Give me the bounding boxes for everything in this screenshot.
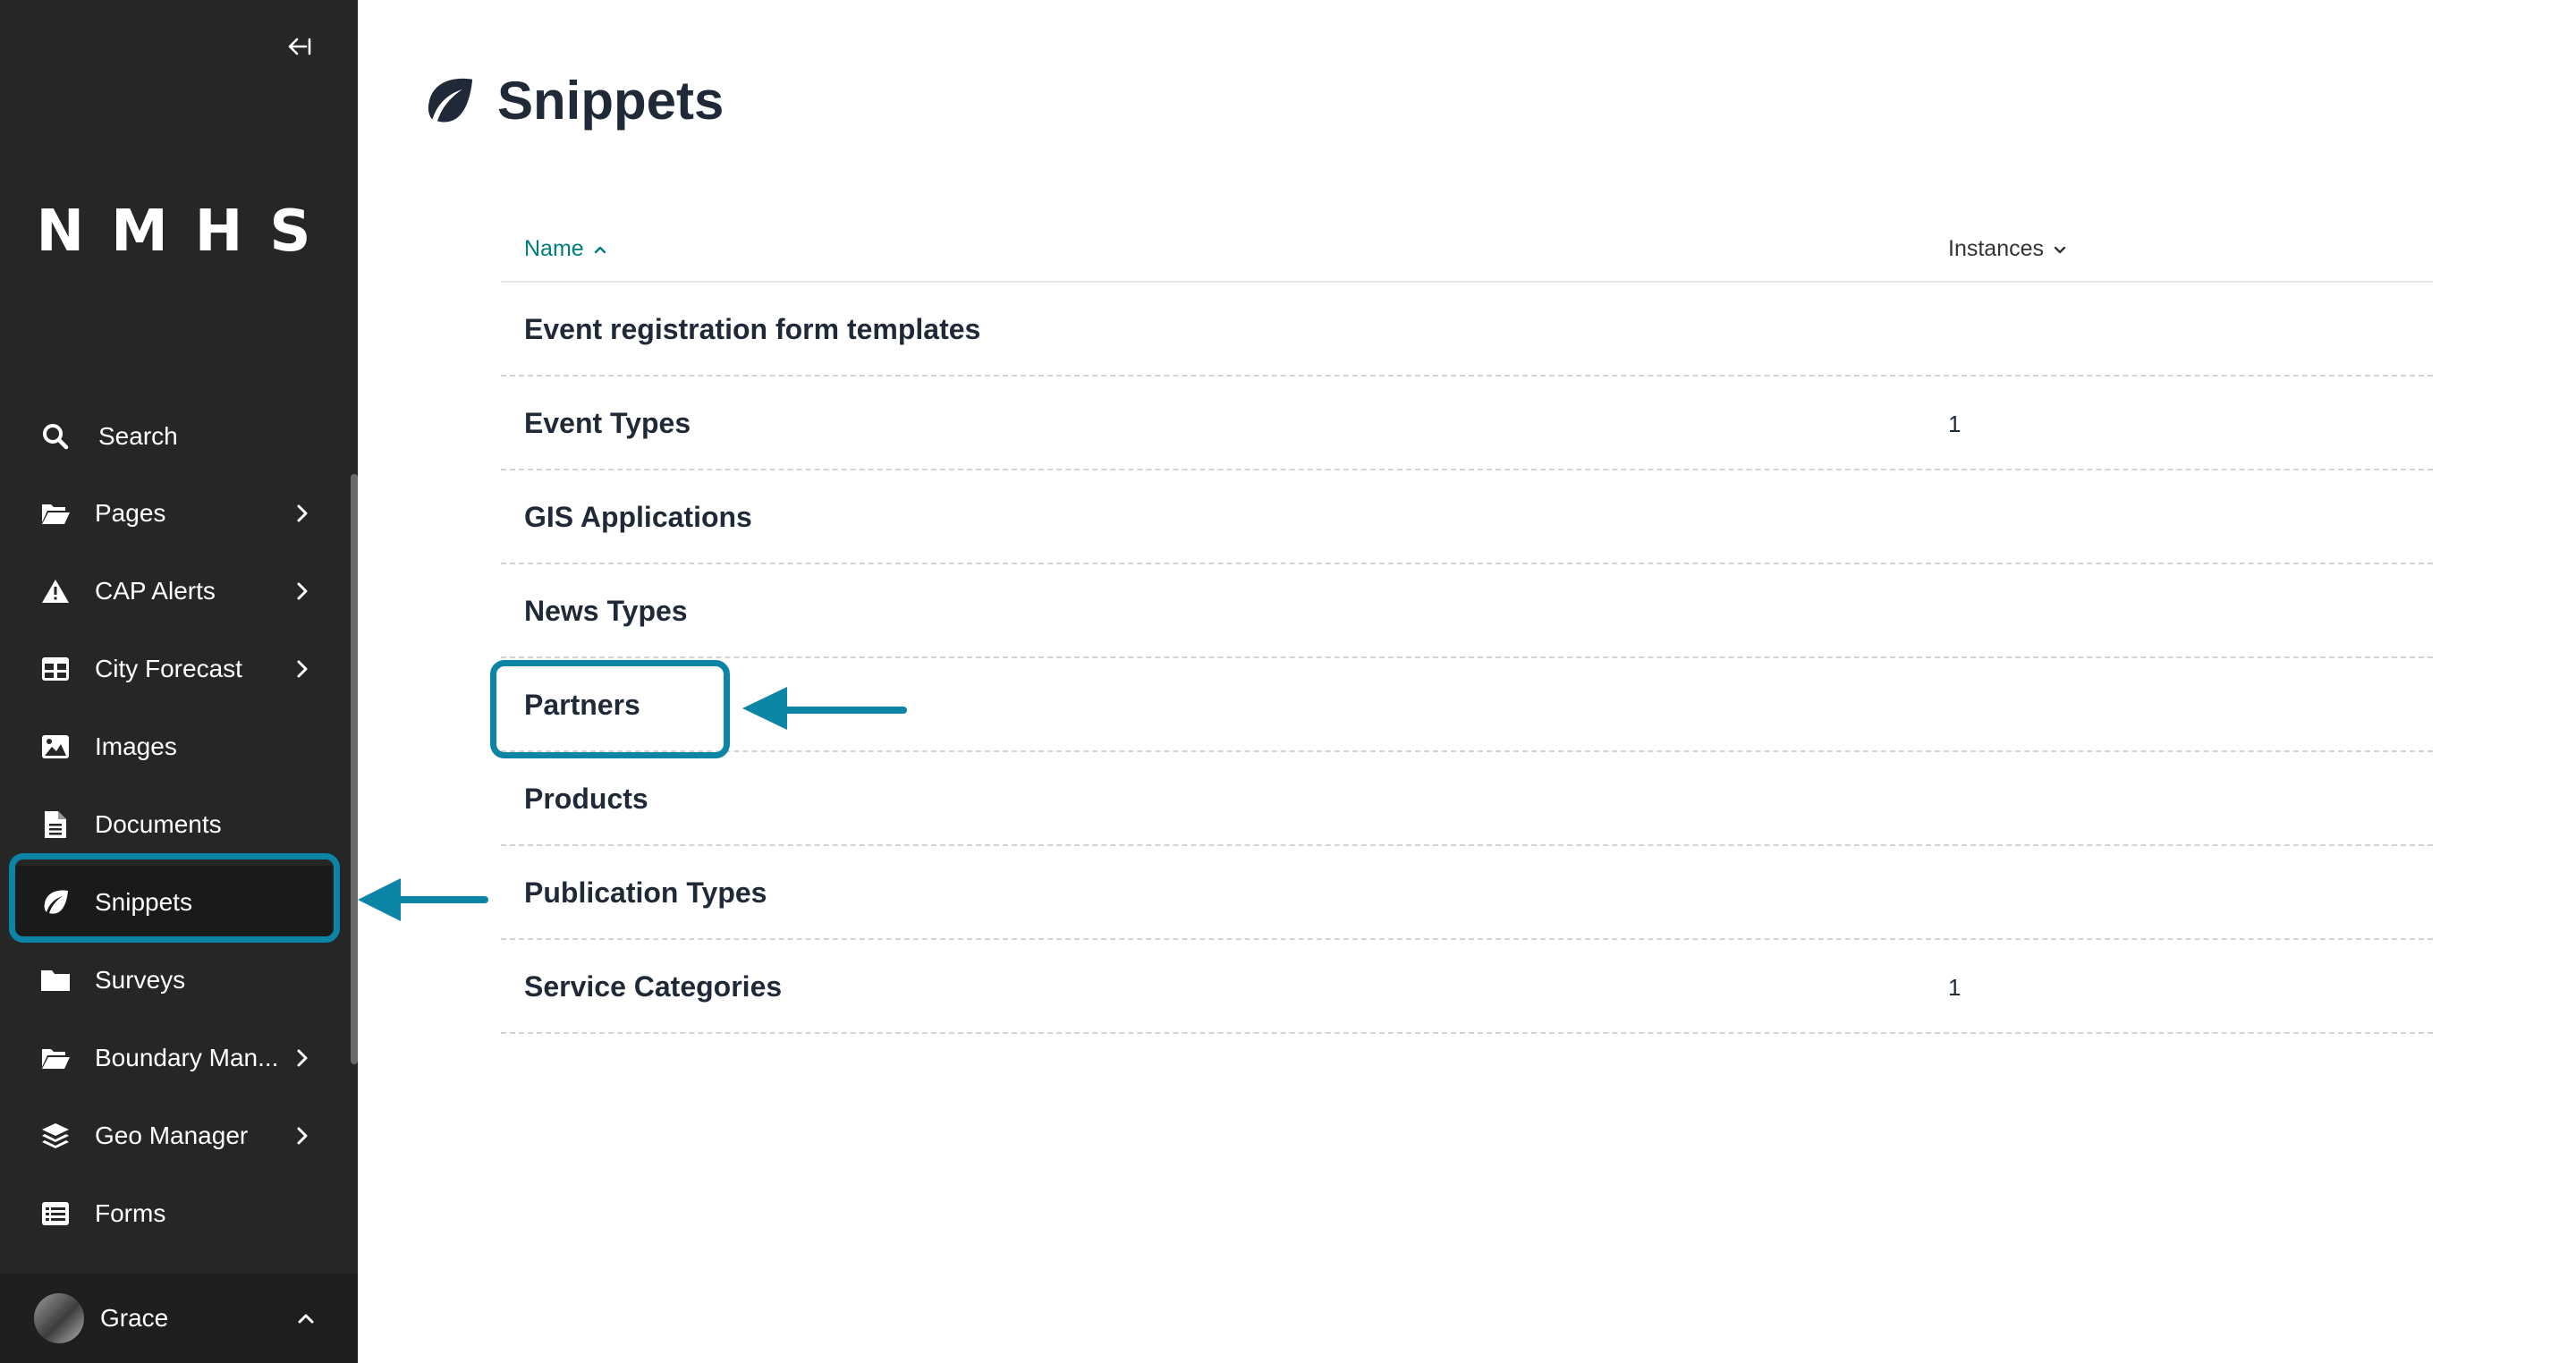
page-header: Snippets (422, 70, 724, 131)
sidebar-item-boundary-manager[interactable]: Boundary Man... (0, 1022, 343, 1094)
sidebar-item-cap-alerts[interactable]: CAP Alerts (0, 555, 343, 627)
site-logo[interactable]: NMHS (0, 199, 358, 265)
chevron-right-icon (292, 658, 313, 680)
sidebar-item-label: Search (98, 422, 178, 450)
leaf-icon (428, 78, 473, 123)
table-row[interactable]: Event Types 1 (501, 377, 2433, 470)
avatar[interactable] (34, 1293, 84, 1343)
folder-open-icon (39, 1042, 72, 1074)
sidebar-item-search[interactable]: Search (0, 401, 343, 472)
collapse-sidebar-icon (288, 38, 311, 55)
table-row[interactable]: Event registration form templates (501, 283, 2433, 377)
sidebar-item-geo-manager[interactable]: Geo Manager (0, 1100, 343, 1172)
sidebar-item-label: CAP Alerts (95, 577, 216, 605)
snippet-name-link[interactable]: Event Types (524, 407, 691, 440)
sidebar-item-images[interactable]: Images (0, 711, 343, 783)
column-header-name[interactable]: Name (524, 236, 607, 262)
arrow-to-partners (742, 687, 907, 730)
chevron-down-icon (2054, 246, 2066, 253)
folder-open-icon (39, 497, 72, 529)
sidebar-item-documents[interactable]: Documents (0, 789, 343, 860)
table-row[interactable]: News Types (501, 564, 2433, 658)
search-icon (39, 420, 72, 453)
warning-icon (39, 575, 72, 607)
sidebar-item-label: Images (95, 732, 177, 760)
table-row[interactable]: GIS Applications (501, 470, 2433, 564)
snippet-name-link[interactable]: GIS Applications (524, 501, 752, 534)
instances-count: 1 (1948, 974, 1962, 1001)
sidebar-item-city-forecast[interactable]: City Forecast (0, 633, 343, 705)
collapse-sidebar-button[interactable] (277, 29, 320, 64)
snippet-name-link[interactable]: Service Categories (524, 970, 782, 1003)
table-icon (39, 653, 72, 685)
chevron-right-icon (292, 1047, 313, 1069)
sidebar-item-forms[interactable]: Forms (0, 1178, 343, 1249)
document-icon (39, 808, 72, 841)
table-row[interactable]: Service Categories 1 (501, 940, 2433, 1034)
folder-icon (39, 964, 72, 996)
snippet-name-link[interactable]: Publication Types (524, 876, 767, 910)
sidebar-item-label: Pages (95, 499, 166, 527)
list-icon (39, 1198, 72, 1230)
snippet-name-link[interactable]: Event registration form templates (524, 313, 980, 346)
instances-count: 1 (1948, 411, 1962, 437)
snippet-name-link[interactable]: News Types (524, 595, 688, 628)
sidebar-item-label: Boundary Man... (95, 1044, 279, 1071)
sidebar-item-label: Surveys (95, 966, 186, 994)
sidebar-item-pages[interactable]: Pages (0, 478, 343, 549)
chevron-right-icon (292, 1125, 313, 1147)
sidebar: NMHS Search Pages CAP Alerts City Foreca… (0, 0, 358, 1363)
sidebar-item-surveys[interactable]: Surveys (0, 944, 343, 1016)
sidebar-scrollbar[interactable] (351, 474, 358, 1064)
chevron-up-icon[interactable] (295, 1308, 317, 1329)
sidebar-item-label: Documents (95, 810, 222, 838)
sidebar-item-label: Forms (95, 1199, 166, 1227)
sort-ascending-icon (594, 246, 606, 253)
snippets-highlight-box (9, 853, 340, 943)
partners-highlight-box (490, 660, 730, 758)
table-row[interactable]: Products (501, 752, 2433, 846)
user-name[interactable]: Grace (100, 1304, 168, 1333)
sidebar-item-label: Geo Manager (95, 1122, 249, 1149)
column-header-instances[interactable]: Instances (1948, 236, 2067, 262)
column-header-label: Instances (1948, 236, 2045, 261)
chevron-right-icon (292, 503, 313, 524)
chevron-right-icon (292, 580, 313, 602)
table-row[interactable]: Publication Types (501, 846, 2433, 940)
snippet-name-link[interactable]: Products (524, 783, 648, 816)
arrow-to-snippets (358, 878, 488, 921)
column-header-label: Name (524, 236, 584, 261)
image-icon (39, 731, 72, 763)
sidebar-item-label: City Forecast (95, 655, 242, 682)
table-header: Name Instances (501, 231, 2433, 283)
layers-icon (39, 1120, 72, 1152)
page-title: Snippets (497, 71, 724, 131)
